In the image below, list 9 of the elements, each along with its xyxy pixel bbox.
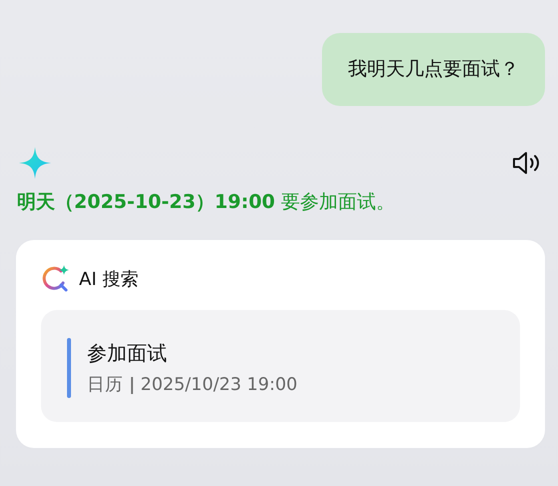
user-message-bubble: 我明天几点要面试？ — [322, 33, 545, 106]
card-title: AI 搜索 — [79, 268, 138, 292]
result-card[interactable]: 参加面试 日历 2025/10/23 19:00 — [41, 310, 520, 422]
ai-search-icon — [41, 264, 71, 294]
answer-text: 明天（2025-10-23）19:00 要参加面试。 — [17, 190, 396, 214]
result-time: 2025/10/23 19:00 — [140, 374, 298, 397]
speaker-icon[interactable] — [512, 150, 542, 176]
result-source: 日历 — [87, 374, 123, 397]
result-title: 参加面试 — [87, 340, 168, 367]
